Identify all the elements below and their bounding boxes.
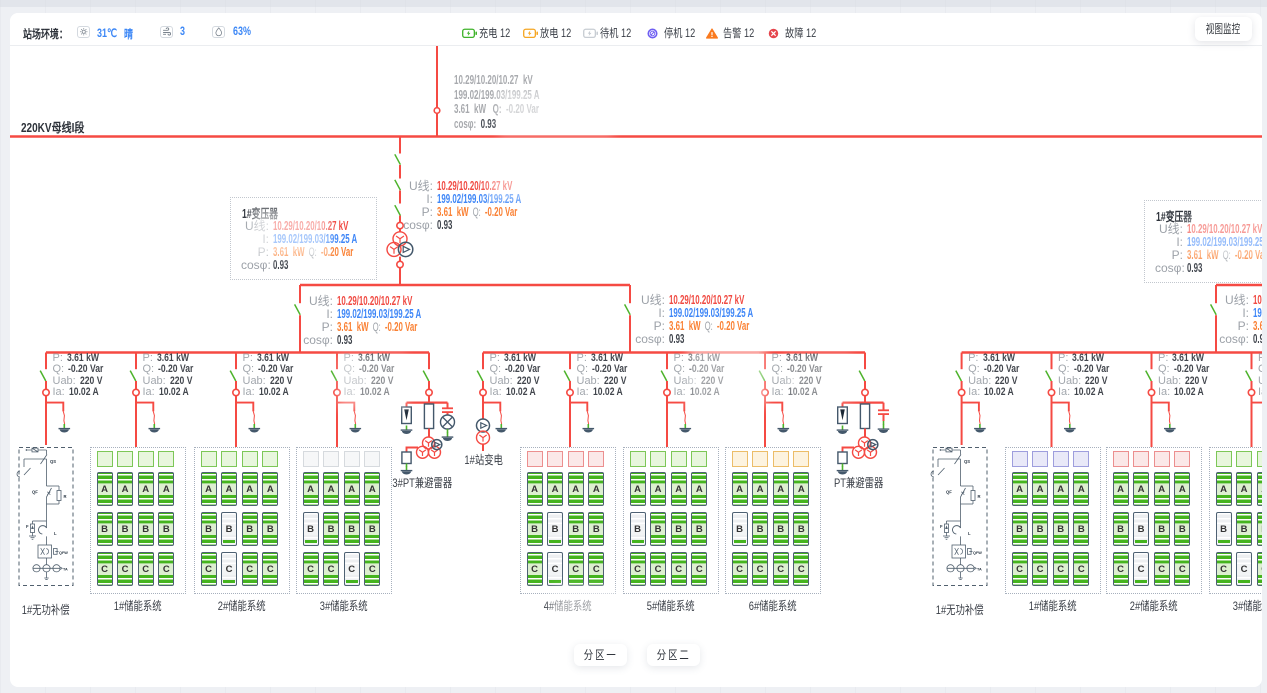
svg-text:QS: QS bbox=[964, 459, 970, 464]
svg-text:QF: QF bbox=[946, 490, 952, 495]
svg-text:QFW: QFW bbox=[973, 551, 982, 555]
svg-text:F: F bbox=[26, 524, 29, 529]
svg-text:QFW: QFW bbox=[59, 551, 68, 555]
svg-text:TA: TA bbox=[977, 568, 982, 572]
svg-text:R: R bbox=[64, 494, 67, 499]
svg-text:F: F bbox=[940, 524, 943, 529]
svg-text:QS: QS bbox=[50, 459, 56, 464]
svg-text:R: R bbox=[978, 494, 981, 499]
svg-text:QF: QF bbox=[32, 490, 38, 495]
svg-text:L: L bbox=[54, 531, 57, 536]
svg-text:L: L bbox=[968, 531, 971, 536]
svg-text:TA: TA bbox=[63, 568, 68, 572]
